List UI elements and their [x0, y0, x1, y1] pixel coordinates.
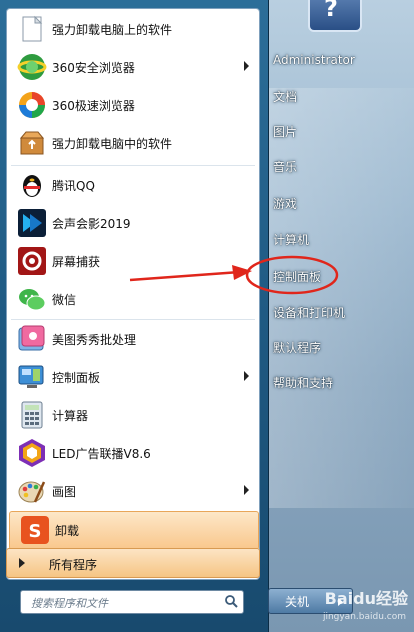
- program-item[interactable]: 腾讯QQ: [7, 167, 259, 204]
- submenu-arrow-icon[interactable]: [244, 371, 249, 381]
- shortcut-label: 默认程序: [273, 341, 322, 355]
- program-label: 强力卸载电脑上的软件: [52, 23, 173, 37]
- program-label: 腾讯QQ: [52, 179, 95, 193]
- program-item[interactable]: 会声会影2019: [7, 205, 259, 242]
- control-panel-icon: [18, 365, 44, 388]
- program-label: 卸载: [55, 524, 80, 538]
- program-label: 画图: [52, 485, 77, 499]
- led-icon: [19, 439, 45, 467]
- shortcut-pictures[interactable]: 图片: [262, 116, 414, 146]
- shortcut-music[interactable]: 音乐: [262, 151, 414, 181]
- search-placeholder: 搜索程序和文件: [31, 597, 108, 610]
- watermark: Baidu经验: [324, 589, 408, 608]
- program-item[interactable]: 控制面板: [7, 359, 259, 396]
- program-item[interactable]: 计算器: [7, 397, 259, 434]
- shortcut-label: 设备和打印机: [273, 306, 346, 320]
- program-label: 强力卸载电脑中的软件: [52, 137, 173, 151]
- shortcut-administrator[interactable]: Administrator: [262, 46, 414, 76]
- shortcut-help-support[interactable]: 帮助和支持: [262, 367, 414, 397]
- program-item[interactable]: 强力卸载电脑中的软件: [7, 125, 259, 162]
- annotation-arrow: [129, 265, 252, 282]
- uninstall-box-icon: [19, 131, 45, 155]
- shortcut-label: 文档: [273, 90, 298, 104]
- shortcut-games[interactable]: 游戏: [262, 188, 414, 218]
- program-label: LED广告联播V8.6: [52, 447, 151, 461]
- program-item[interactable]: 360安全浏览器: [7, 49, 259, 86]
- annotation-ellipse: [245, 255, 339, 295]
- program-item[interactable]: LED广告联播V8.6: [7, 435, 259, 472]
- all-programs-arrow-icon: [19, 558, 25, 568]
- wechat-icon: [19, 289, 46, 311]
- programs-list: 强力卸载电脑上的软件 360安全浏览器 360极速浏览器 强力卸载电脑中的软件 …: [6, 8, 260, 580]
- meitu-icon: [18, 325, 45, 351]
- divider: [11, 165, 255, 166]
- paint-icon: [18, 481, 46, 503]
- shortcut-label: 图片: [273, 125, 298, 139]
- document-icon: [22, 15, 43, 42]
- shortcut-devices-printers[interactable]: 设备和打印机: [262, 297, 414, 327]
- 360-speed-browser-icon: [19, 92, 45, 118]
- all-programs-button[interactable]: 所有程序: [6, 548, 260, 578]
- screen-capture-icon: [18, 247, 46, 275]
- user-picture[interactable]: ?: [308, 0, 362, 32]
- program-item[interactable]: 画图: [7, 473, 259, 510]
- program-label: 屏幕捕获: [52, 255, 101, 269]
- divider: [11, 319, 255, 320]
- submenu-arrow-icon[interactable]: [244, 61, 249, 71]
- program-label: 美图秀秀批处理: [52, 333, 137, 347]
- shortcut-label: 计算机: [273, 233, 310, 247]
- shortcut-label: Administrator: [273, 53, 355, 67]
- program-label: 360极速浏览器: [52, 99, 135, 113]
- shortcut-computer[interactable]: 计算机: [262, 224, 414, 254]
- shortcut-label: 音乐: [273, 160, 298, 174]
- program-item[interactable]: 360极速浏览器: [7, 87, 259, 124]
- program-item[interactable]: 美图秀秀批处理: [7, 321, 259, 358]
- shortcut-documents[interactable]: 文档: [262, 81, 414, 111]
- program-item-selected[interactable]: S 卸载: [9, 511, 259, 550]
- start-menu: 强力卸载电脑上的软件 360安全浏览器 360极速浏览器 强力卸载电脑中的软件 …: [0, 0, 269, 632]
- program-label: 控制面板: [52, 371, 101, 385]
- calculator-icon: [21, 401, 43, 429]
- 360-browser-icon: [17, 54, 47, 80]
- help-question-icon: ?: [324, 0, 338, 22]
- submenu-arrow-icon[interactable]: [244, 485, 249, 495]
- shortcut-default-programs[interactable]: 默认程序: [262, 332, 414, 362]
- program-label: 微信: [52, 293, 77, 307]
- shutdown-label: 关机: [285, 595, 310, 609]
- shortcut-label: 游戏: [273, 197, 298, 211]
- qq-penguin-icon: [23, 175, 41, 197]
- all-programs-label: 所有程序: [49, 558, 98, 572]
- search-input[interactable]: 搜索程序和文件: [20, 590, 244, 614]
- program-label: 360安全浏览器: [52, 61, 135, 75]
- program-label: 会声会影2019: [52, 217, 131, 231]
- watermark-url: jingyan.baidu.com: [322, 612, 406, 622]
- video-editor-icon: [18, 209, 46, 237]
- program-label: 计算器: [52, 409, 89, 423]
- search-icon[interactable]: [224, 594, 238, 608]
- shortcut-label: 帮助和支持: [273, 376, 334, 390]
- uninstall-s-icon: S: [21, 516, 49, 544]
- svg-text:S: S: [29, 521, 42, 542]
- program-item[interactable]: 强力卸载电脑上的软件: [7, 11, 259, 48]
- shortcuts-panel: Administrator 文档 图片 音乐 游戏 计算机 控制面板 设备和打印…: [262, 40, 414, 572]
